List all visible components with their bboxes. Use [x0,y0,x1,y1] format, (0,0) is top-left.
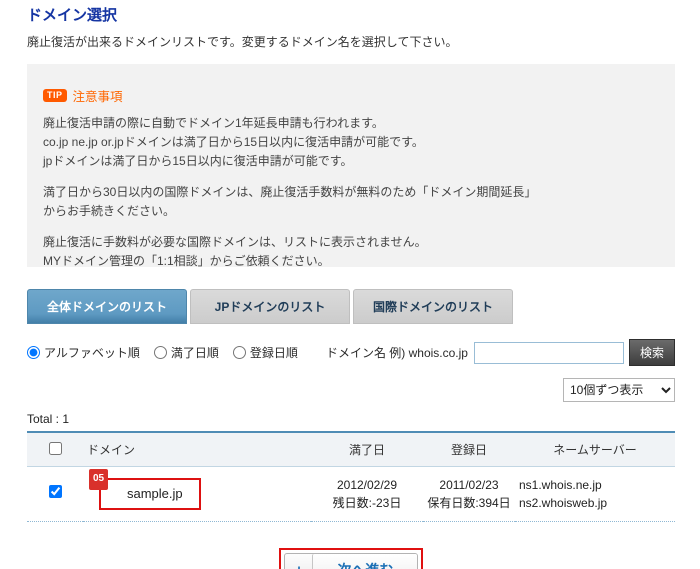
sort-radio-registered[interactable] [233,346,246,359]
tab-jp-domains[interactable]: JPドメインのリスト [190,289,350,324]
sort-option-label: アルファベット順 [44,344,140,361]
nameserver-2: ns2.whoisweb.jp [519,496,607,510]
domain-list-tabs: 全体ドメインのリスト JPドメインのリスト 国際ドメインのリスト [27,289,675,324]
sort-option-alphabetical[interactable]: アルファベット順 [27,344,140,361]
notice-line: co.jp ne.jp or.jpドメインは満了日から15日以内に復活申請が可能… [43,135,424,149]
select-all-header-cell [27,432,83,467]
notice-heading: 注意事項 [73,86,123,105]
nameserver-cell: ns1.whois.ne.jp ns2.whoisweb.jp [515,467,675,522]
page-subtitle: 廃止復活が出来るドメインリストです。変更するドメイン名を選択して下さい。 [27,33,675,50]
registered-date: 2011/02/23 [439,478,498,492]
sort-option-registered[interactable]: 登録日順 [233,344,298,361]
select-all-checkbox[interactable] [49,442,62,455]
next-button[interactable]: + 次へ進む [284,553,419,569]
total-count-label: Total : 1 [27,412,675,426]
row-checkbox-cell [27,467,83,522]
sort-radio-alphabetical[interactable] [27,346,40,359]
registered-column-header: 登録日 [423,432,515,467]
domain-table: ドメイン 満了日 登録日 ネームサーバー 05 sample.jp 2012/0 [27,431,675,522]
page-title: ドメイン選択 [27,4,675,25]
notice-line: 満了日から30日以内の国際ドメインは、廃止復活手数料が無料のため「ドメイン期間延… [43,185,536,199]
expiry-days-remaining: 残日数:-23日 [333,496,402,510]
notice-line: からお手続きください。 [43,204,175,218]
tab-international-domains[interactable]: 国際ドメインのリスト [353,289,513,324]
nameserver-column-header: ネームサーバー [515,432,675,467]
plus-icon: + [285,554,313,569]
annotation-number-badge: 05 [89,469,108,490]
tip-badge-icon: TIP [43,89,67,102]
next-button-annotation-box: + 次へ進む [279,548,424,569]
tab-all-domains[interactable]: 全体ドメインのリスト [27,289,187,324]
row-checkbox[interactable] [49,485,62,498]
sort-option-label: 満了日順 [171,344,219,361]
table-header-row: ドメイン 満了日 登録日 ネームサーバー [27,432,675,467]
domain-name[interactable]: sample.jp [127,486,183,501]
domain-search-input[interactable] [474,342,624,364]
notice-line: 廃止復活に手数料が必要な国際ドメインは、リストに表示されません。 [43,235,427,249]
list-controls: アルファベット順 満了日順 登録日順 ドメイン名 例) whois.co.jp … [27,339,675,366]
search-button[interactable]: 検索 [629,339,675,366]
page-size-row: 10個ずつ表示 [27,378,675,402]
notice-line: MYドメイン管理の「1:1相談」からご依頼ください。 [43,254,330,268]
notice-paragraph-3: 廃止復活に手数料が必要な国際ドメインは、リストに表示されません。 MYドメイン管… [43,233,657,271]
notice-paragraph-2: 満了日から30日以内の国際ドメインは、廃止復活手数料が無料のため「ドメイン期間延… [43,183,657,221]
sort-option-label: 登録日順 [250,344,298,361]
notice-line: 廃止復活申請の際に自動でドメイン1年延長申請も行われます。 [43,116,384,130]
expiry-date: 2012/02/29 [337,478,397,492]
domain-cell: 05 sample.jp [83,467,311,522]
notice-box: TIP 注意事項 廃止復活申請の際に自動でドメイン1年延長申請も行われます。 c… [27,64,675,267]
page-size-select[interactable]: 10個ずつ表示 [563,378,675,402]
next-button-area: + 次へ進む [27,548,675,569]
domain-search-area: ドメイン名 例) whois.co.jp 検索 [326,339,675,366]
nameserver-1: ns1.whois.ne.jp [519,478,602,492]
notice-line: jpドメインは満了日から15日以内に復活申請が可能です。 [43,154,353,168]
notice-header: TIP 注意事項 [43,86,657,105]
expiry-column-header: 満了日 [311,432,423,467]
sort-radio-expiry[interactable] [154,346,167,359]
held-days: 保有日数:394日 [427,496,510,510]
annotation-box: 05 sample.jp [99,478,201,510]
next-button-label: 次へ進む [312,554,417,569]
expiry-cell: 2012/02/29 残日数:-23日 [311,467,423,522]
search-label: ドメイン名 例) whois.co.jp [326,344,468,361]
domain-column-header: ドメイン [83,432,311,467]
sort-option-expiry[interactable]: 満了日順 [154,344,219,361]
registered-cell: 2011/02/23 保有日数:394日 [423,467,515,522]
notice-paragraph-1: 廃止復活申請の際に自動でドメイン1年延長申請も行われます。 co.jp ne.j… [43,114,657,171]
sort-radio-group: アルファベット順 満了日順 登録日順 [27,344,312,361]
table-row: 05 sample.jp 2012/02/29 残日数:-23日 2011/02… [27,467,675,522]
page-container: ドメイン選択 廃止復活が出来るドメインリストです。変更するドメイン名を選択して下… [0,0,700,569]
